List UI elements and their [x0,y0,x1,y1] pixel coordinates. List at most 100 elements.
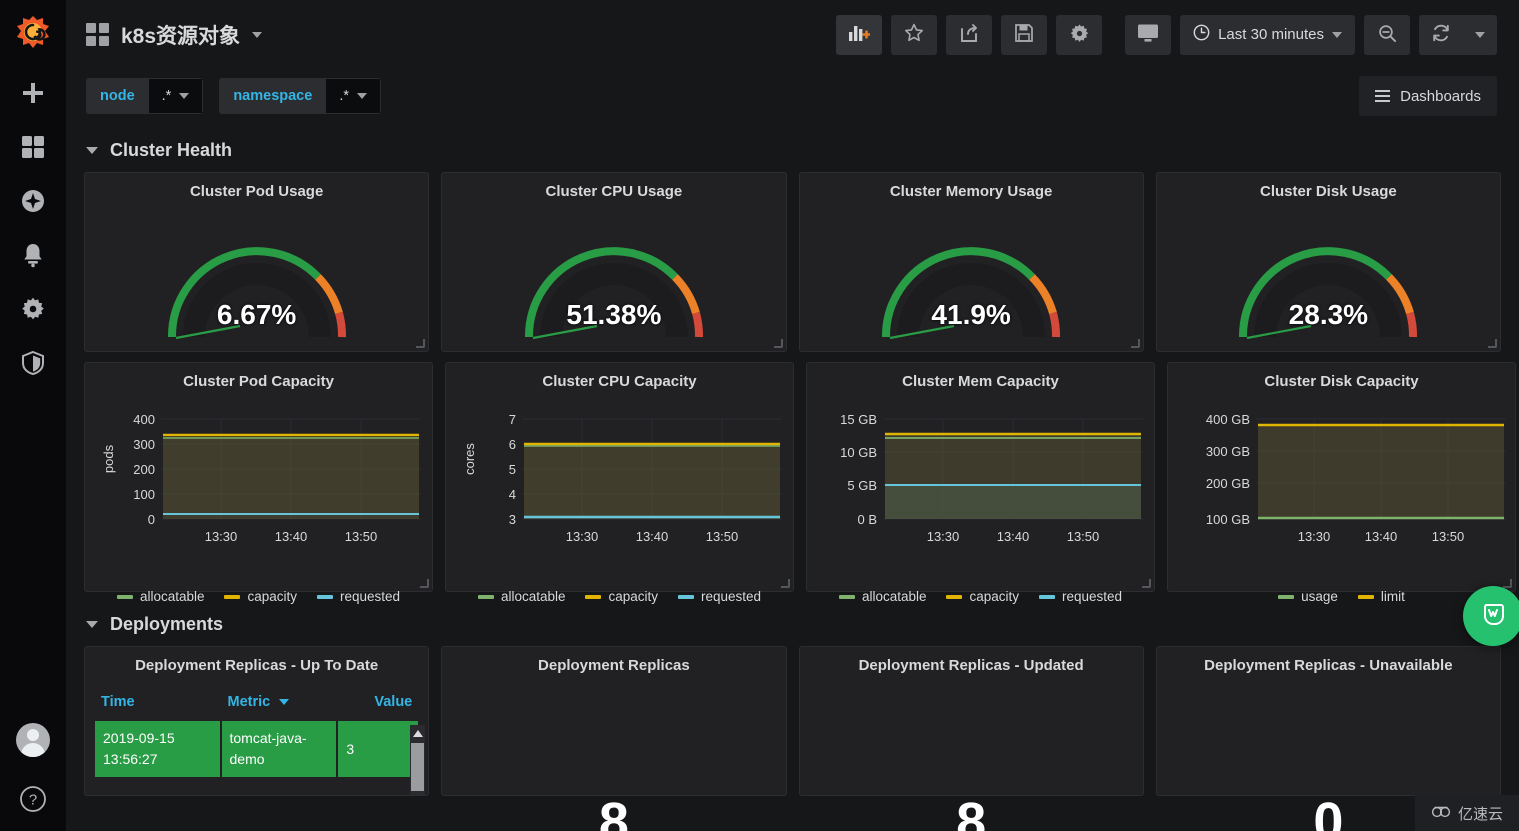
column-header-time[interactable]: Time [95,685,220,719]
column-header-metric[interactable]: Metric [221,685,337,719]
legend-item[interactable]: requested [1039,589,1122,604]
navbar: k8s资源对象 Last 30 minutes [66,0,1519,69]
legend-label: allocatable [861,589,927,604]
row-header-cluster-health[interactable]: Cluster Health [66,133,1519,167]
sidebar-item-alerting[interactable] [0,228,66,282]
dashboard-title-group[interactable]: k8s资源对象 [86,20,263,50]
scrollbar-thumb[interactable] [411,743,425,791]
variable-namespace-value[interactable]: .* [326,78,381,114]
sidebar-item-profile[interactable] [0,709,66,771]
dashboards-link-button[interactable]: Dashboards [1359,76,1497,116]
table-scrollbar[interactable] [410,725,426,795]
variable-node-value[interactable]: .* [148,78,204,114]
gauge-value: 6.67% [216,299,297,330]
svg-text:13:50: 13:50 [706,529,739,544]
svg-text:300: 300 [133,437,155,452]
refresh-button[interactable] [1419,14,1463,55]
legend-item[interactable]: limit [1357,589,1405,604]
panel-cell: Cluster Mem Capacity 15 GB 10 GB 5 GB 0 B [800,357,1161,604]
cycle-view-mode-button[interactable] [1125,14,1172,55]
sidebar-item-create[interactable] [0,66,66,120]
svg-text:7: 7 [509,412,516,427]
legend-swatch [946,594,963,599]
legend-item[interactable]: allocatable [477,589,565,604]
data-table: Time Metric Value 2019-09-15 13:56:27 to… [93,683,420,779]
panel-title: Cluster Mem Capacity [902,373,1059,390]
variable-namespace[interactable]: namespace .* [219,78,381,114]
svg-text:13:40: 13:40 [636,529,669,544]
sidebar: ? [0,0,66,831]
panel-resize-handle[interactable] [1488,339,1497,348]
mark-favorite-button[interactable] [891,14,938,55]
scroll-up-icon[interactable] [413,730,424,737]
legend-label: capacity [969,589,1020,604]
time-range-picker[interactable]: Last 30 minutes [1180,14,1355,55]
panel-title: Cluster Disk Capacity [1264,373,1419,390]
time-range-label: Last 30 minutes [1218,26,1324,43]
legend-label: capacity [608,589,659,604]
wechat-float-button[interactable] [1463,586,1519,646]
stat-value: 8 [956,792,987,831]
sidebar-item-server-admin[interactable] [0,336,66,390]
panel-resize-handle[interactable] [1130,339,1140,348]
variable-namespace-value-text: .* [339,88,349,104]
sidebar-item-dashboards[interactable] [0,120,66,174]
svg-text:400 GB: 400 GB [1206,412,1250,427]
sidebar-item-explore[interactable] [0,174,66,228]
panel-cluster-memory-usage: Cluster Memory Usage 41.9% [798,172,1144,352]
table-row[interactable]: 2019-09-15 13:56:27 tomcat-java-demo 3 [95,721,419,777]
panel-resize-handle[interactable] [773,339,783,348]
svg-text:3: 3 [509,512,516,527]
legend-swatch [1278,594,1295,599]
panel-resize-handle[interactable] [1142,579,1151,588]
column-header-value[interactable]: Value [338,685,419,719]
dashboards-icon [86,23,109,46]
legend-swatch [585,594,602,599]
legend-item[interactable]: capacity [585,589,658,604]
panel-resize-handle[interactable] [420,579,429,588]
sidebar-item-configuration[interactable] [0,282,66,336]
variable-node-value-text: .* [161,88,172,104]
legend-item[interactable]: requested [317,589,400,604]
panel-resize-handle[interactable] [781,579,790,588]
svg-text:200 GB: 200 GB [1206,476,1250,491]
legend-item[interactable]: allocatable [116,589,204,604]
grafana-logo[interactable] [0,0,66,66]
cell-time: 2019-09-15 13:56:27 [95,721,220,777]
legend-item[interactable]: requested [678,589,761,604]
chevron-down-icon [86,146,98,154]
share-icon [959,23,979,46]
sidebar-item-help[interactable]: ? [0,771,66,831]
submenu-variables: node .* namespace .* Dashboards [66,69,1519,123]
variable-node[interactable]: node .* [86,78,204,114]
chevron-down-icon [356,93,367,99]
add-panel-button[interactable] [836,14,883,55]
panel-resize-handle[interactable] [416,339,426,348]
row-header-deployments[interactable]: Deployments [66,607,1519,641]
svg-text:13:30: 13:30 [566,529,599,544]
legend-item[interactable]: capacity [224,589,297,604]
zoom-out-button[interactable] [1364,14,1410,55]
refresh-interval-dropdown[interactable] [1463,14,1497,55]
dashboard-settings-button[interactable] [1056,14,1103,55]
panel-deployment-replicas-updated: Deployment Replicas - Updated 8 [798,646,1144,831]
panel-cell: Cluster Pod Capacity pods 400 300 200 100 … [78,357,439,604]
legend-item[interactable]: allocatable [838,589,927,604]
share-dashboard-button[interactable] [946,14,993,55]
chevron-down-icon [1332,31,1342,38]
legend-item[interactable]: capacity [946,589,1019,604]
legend-item[interactable]: usage [1278,589,1338,604]
save-dashboard-button[interactable] [1001,14,1048,55]
svg-text:100: 100 [133,487,155,502]
navbar-actions: Last 30 minutes [836,14,1497,55]
legend-label: requested [1062,589,1123,604]
bell-icon [20,242,46,268]
legend-label: requested [340,589,401,604]
legend-label: usage [1301,589,1338,604]
legend-swatch [678,594,695,599]
svg-text:13:50: 13:50 [345,529,378,544]
panel-resize-handle[interactable] [1503,579,1512,588]
svg-text:13:40: 13:40 [997,529,1030,544]
chevron-down-icon[interactable] [252,31,263,38]
panel-cell: Deployment Replicas - Up To Date Time Me… [78,641,435,801]
